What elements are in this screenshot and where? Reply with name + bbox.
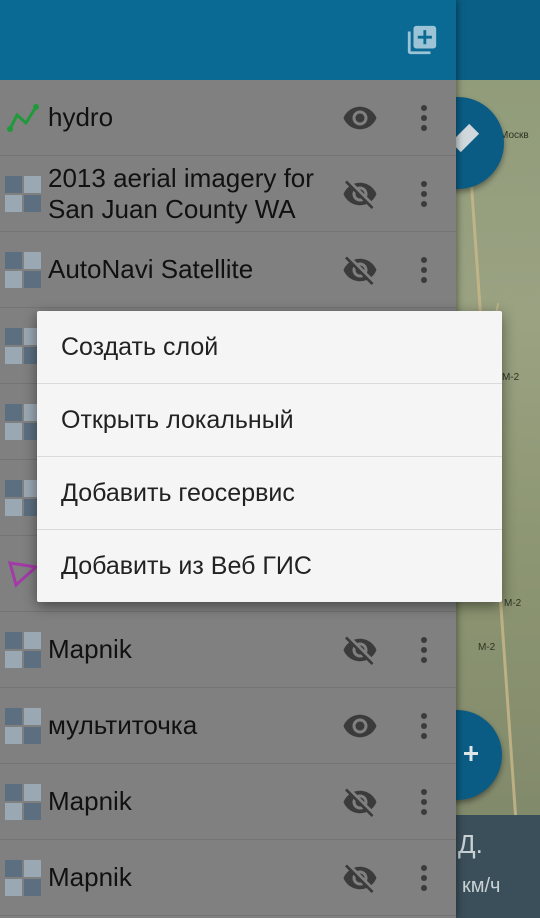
speed-unit: км/ч — [462, 875, 501, 897]
more-vert-icon — [421, 104, 427, 131]
layer-row[interactable]: Mapnik — [0, 840, 456, 916]
layer-menu-button[interactable] — [410, 250, 438, 290]
layer-type-icon — [4, 631, 42, 669]
more-vert-icon — [421, 256, 427, 283]
layer-row[interactable]: Mapnik — [0, 612, 456, 688]
raster-layer-icon — [5, 175, 41, 212]
visibility-toggle[interactable] — [340, 250, 380, 290]
eye-off-icon — [343, 788, 377, 817]
more-vert-icon — [421, 788, 427, 815]
layer-row[interactable]: AutoNavi Satellite — [0, 232, 456, 308]
layer-row[interactable]: мультиточка — [0, 688, 456, 764]
map-city-label: Москв — [500, 130, 529, 141]
visibility-toggle[interactable] — [340, 630, 380, 670]
eye-icon — [343, 106, 377, 129]
layer-type-icon — [4, 707, 42, 745]
drawer-header — [0, 0, 456, 80]
map-road-label: M-2 — [502, 372, 520, 383]
map-road-label: M-2 — [504, 598, 522, 609]
eye-icon — [343, 714, 377, 737]
layer-type-icon — [4, 859, 42, 897]
layer-type-icon — [4, 783, 42, 821]
visibility-toggle[interactable] — [340, 98, 380, 138]
visibility-toggle[interactable] — [340, 858, 380, 898]
polygon-layer-icon — [7, 560, 40, 588]
layer-name: hydro — [48, 102, 114, 132]
visibility-toggle[interactable] — [340, 706, 380, 746]
layer-row[interactable]: hydro — [0, 80, 456, 156]
line-layer-icon — [7, 103, 39, 132]
plus-icon — [464, 746, 478, 761]
raster-layer-icon — [5, 251, 41, 288]
eye-off-icon — [343, 636, 377, 665]
eye-off-icon — [343, 864, 377, 893]
menu-item[interactable]: Открыть локальный — [37, 384, 502, 457]
ruler-icon — [456, 123, 480, 153]
layer-name: мультиточка — [48, 710, 198, 740]
layer-name: 2013 aerial imagery for San Juan County … — [48, 162, 314, 224]
library-add-icon — [407, 25, 437, 55]
raster-layer-icon — [5, 783, 41, 820]
map-road-label: M-2 — [478, 642, 496, 653]
ruler-button[interactable] — [456, 97, 504, 189]
add-layer-menu: Создать слой Открыть локальный Добавить ге… — [37, 311, 502, 602]
layer-type-icon — [4, 175, 42, 213]
layer-menu-button[interactable] — [410, 174, 438, 214]
raster-layer-icon — [5, 707, 41, 744]
layer-type-icon — [4, 251, 42, 289]
layer-name: AutoNavi Satellite — [48, 254, 254, 284]
map-toolbar — [456, 0, 540, 80]
raster-layer-icon — [5, 631, 41, 668]
layer-row[interactable]: Mapnik — [0, 764, 456, 840]
layer-menu-button[interactable] — [410, 782, 438, 822]
visibility-toggle[interactable] — [340, 782, 380, 822]
layer-name: Mapnik — [48, 862, 132, 892]
layer-type-icon — [4, 99, 42, 137]
raster-layer-icon — [5, 859, 41, 896]
layer-menu-button[interactable] — [410, 98, 438, 138]
layer-menu-button[interactable] — [410, 630, 438, 670]
eye-off-icon — [343, 180, 377, 209]
menu-item[interactable]: Добавить из Веб ГИС — [37, 530, 502, 603]
more-vert-icon — [421, 712, 427, 739]
visibility-toggle[interactable] — [340, 174, 380, 214]
add-layer-button[interactable] — [402, 20, 442, 60]
map-fab-button[interactable] — [456, 710, 502, 800]
layer-name: Mapnik — [48, 634, 132, 664]
menu-item[interactable]: Добавить геосервис — [37, 457, 502, 530]
layer-menu-button[interactable] — [410, 858, 438, 898]
speed-panel: Д. км/ч — [456, 815, 540, 918]
layer-name: Mapnik — [48, 786, 132, 816]
eye-off-icon — [343, 256, 377, 285]
more-vert-icon — [421, 636, 427, 663]
more-vert-icon — [421, 864, 427, 891]
menu-item[interactable]: Создать слой — [37, 311, 502, 384]
layer-row[interactable]: 2013 aerial imagery for San Juan County … — [0, 156, 456, 232]
speed-value: Д. — [458, 829, 483, 859]
more-vert-icon — [421, 180, 427, 207]
layer-menu-button[interactable] — [410, 706, 438, 746]
